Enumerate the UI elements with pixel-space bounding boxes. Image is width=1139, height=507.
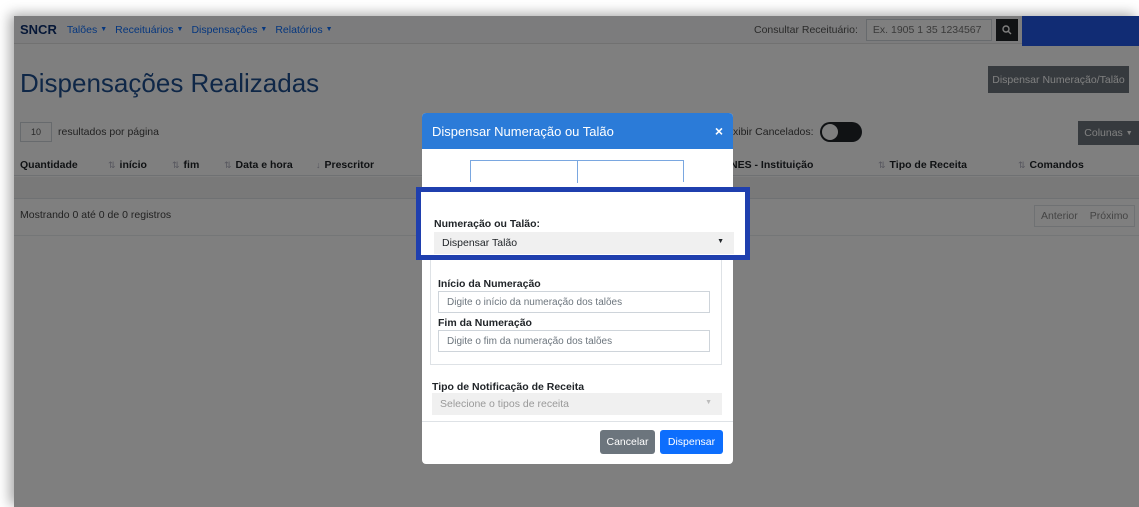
close-icon[interactable]: ×	[715, 123, 723, 139]
modal-title: Dispensar Numeração ou Talão	[432, 123, 614, 139]
inicio-label: Início da Numeração	[438, 278, 541, 290]
chevron-down-icon: ▼	[717, 238, 724, 245]
tipo-notificacao-label: Tipo de Notificação de Receita	[432, 381, 585, 393]
tipo-receita-select[interactable]: Selecione o tipos de receita ▼	[432, 393, 722, 415]
highlight-frame: Numeração ou Talão: Dispensar Talão ▼	[416, 187, 750, 260]
inicio-input[interactable]: Digite o início da numeração dos talões	[438, 291, 710, 313]
modal-tabs	[470, 160, 684, 183]
app-window: SNCR Talões▼ Receituários▼ Dispensações▼…	[14, 16, 1139, 507]
modal-header: Dispensar Numeração ou Talão ×	[422, 113, 733, 149]
chevron-down-icon: ▼	[705, 399, 712, 406]
dispensar-button[interactable]: Dispensar	[660, 430, 723, 454]
dispensar-modal: Dispensar Numeração ou Talão × Início da…	[422, 113, 733, 464]
numeracao-card: Início da Numeração Digite o início da n…	[430, 259, 722, 365]
numeracao-label: Numeração ou Talão:	[434, 218, 540, 230]
modal-footer-divider	[422, 421, 733, 422]
numeracao-select[interactable]: Dispensar Talão ▼	[434, 232, 734, 254]
cancel-button[interactable]: Cancelar	[600, 430, 655, 454]
numeracao-value: Dispensar Talão	[442, 237, 518, 249]
fim-input[interactable]: Digite o fim da numeração dos talões	[438, 330, 710, 352]
tab-divider	[577, 161, 578, 183]
fim-label: Fim da Numeração	[438, 317, 532, 329]
tipo-receita-placeholder: Selecione o tipos de receita	[440, 398, 569, 410]
